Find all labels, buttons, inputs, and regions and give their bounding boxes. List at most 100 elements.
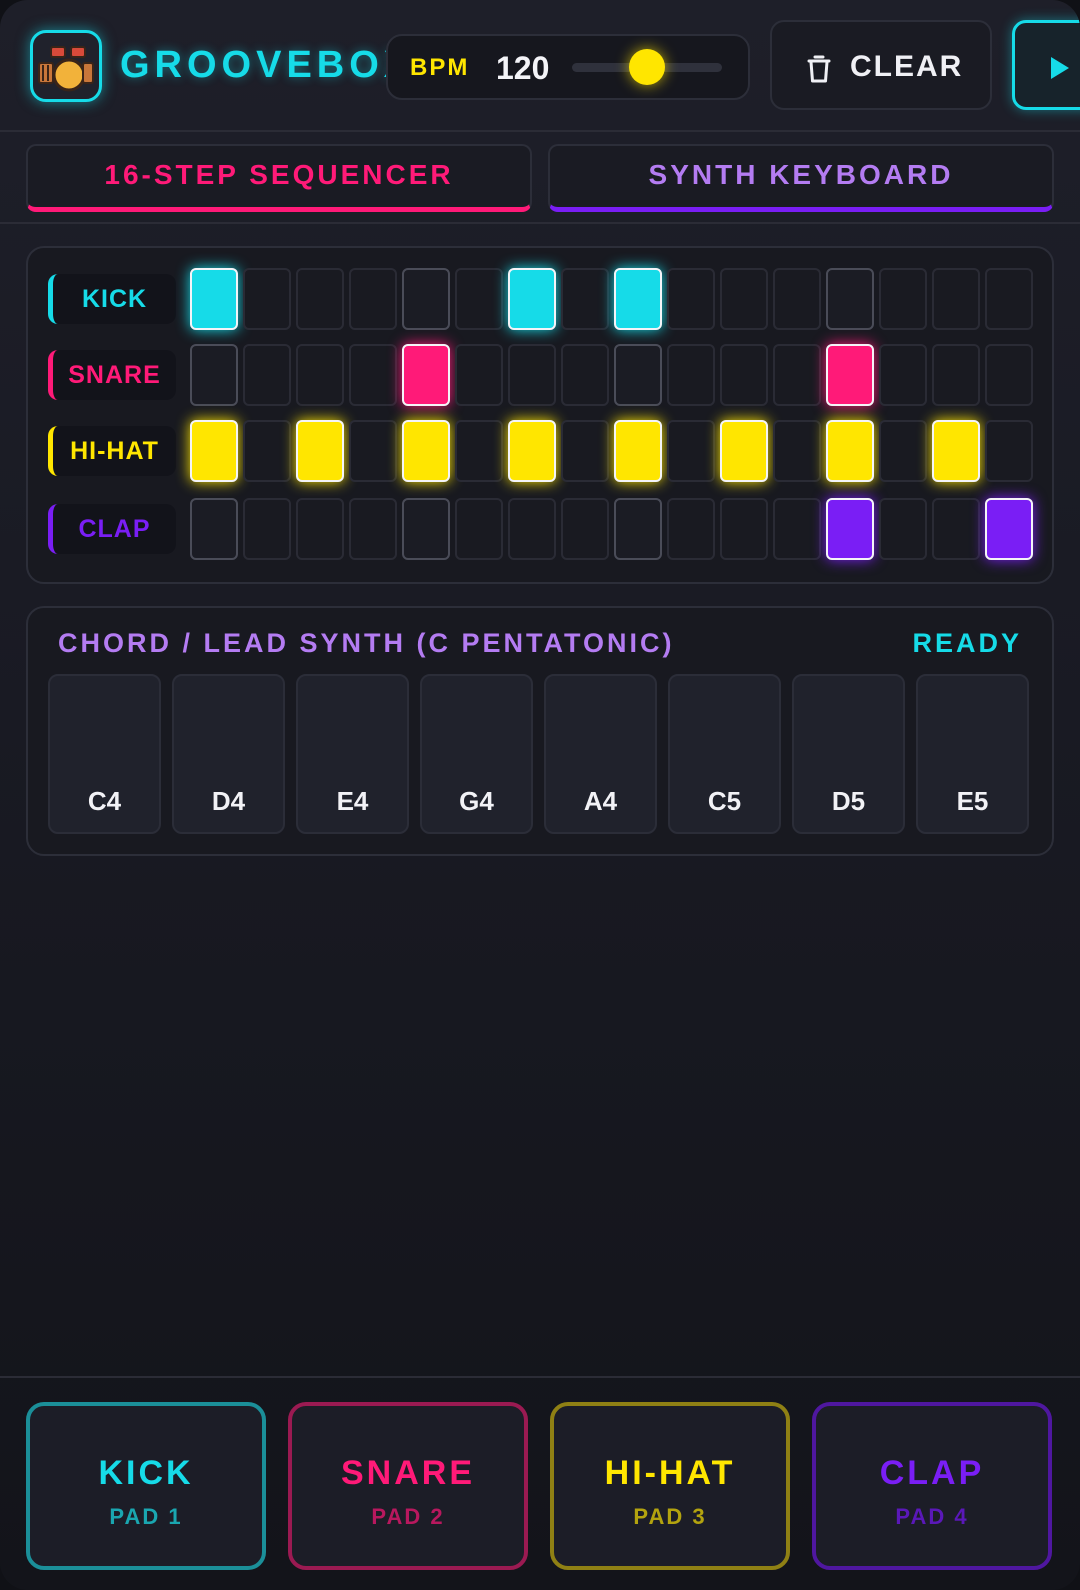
clear-label: CLEAR [850, 50, 964, 83]
step-snare-7[interactable] [508, 344, 556, 406]
step-snare-4[interactable] [349, 344, 397, 406]
synth-key-d5[interactable]: D5 [792, 674, 905, 834]
bpm-slider-thumb[interactable] [629, 49, 665, 85]
step-clap-12[interactable] [773, 498, 821, 560]
step-snare-13[interactable] [826, 344, 874, 406]
step-hi-hat-13[interactable] [826, 420, 874, 482]
step-hi-hat-2[interactable] [243, 420, 291, 482]
step-kick-14[interactable] [879, 268, 927, 330]
step-kick-12[interactable] [773, 268, 821, 330]
step-clap-13[interactable] [826, 498, 874, 560]
step-kick-8[interactable] [561, 268, 609, 330]
step-snare-12[interactable] [773, 344, 821, 406]
step-kick-7[interactable] [508, 268, 556, 330]
step-hi-hat-6[interactable] [455, 420, 503, 482]
pad-hi-hat[interactable]: HI-HAT PAD 3 [550, 1402, 790, 1570]
step-clap-4[interactable] [349, 498, 397, 560]
synth-panel: CHORD / LEAD SYNTH (C PENTATONIC) READY … [26, 606, 1054, 856]
synth-key-e4[interactable]: E4 [296, 674, 409, 834]
step-sequencer: KICK SNARE HI-HAT CLAP [26, 246, 1054, 584]
step-kick-2[interactable] [243, 268, 291, 330]
synth-key-e5[interactable]: E5 [916, 674, 1029, 834]
step-hi-hat-12[interactable] [773, 420, 821, 482]
step-kick-15[interactable] [932, 268, 980, 330]
step-kick-16[interactable] [985, 268, 1033, 330]
step-clap-16[interactable] [985, 498, 1033, 560]
step-hi-hat-7[interactable] [508, 420, 556, 482]
step-clap-6[interactable] [455, 498, 503, 560]
step-hi-hat-1[interactable] [190, 420, 238, 482]
step-kick-10[interactable] [667, 268, 715, 330]
drum-pads: KICK PAD 1 SNARE PAD 2 HI-HAT PAD 3 CLAP PAD 4 [0, 1376, 1080, 1590]
bpm-control: BPM 120 [386, 34, 750, 100]
step-snare-15[interactable] [932, 344, 980, 406]
step-hi-hat-9[interactable] [614, 420, 662, 482]
trash-icon [807, 55, 831, 83]
step-hi-hat-8[interactable] [561, 420, 609, 482]
synth-key-c4[interactable]: C4 [48, 674, 161, 834]
step-hi-hat-3[interactable] [296, 420, 344, 482]
track-label-kick[interactable]: KICK [48, 274, 176, 324]
step-snare-1[interactable] [190, 344, 238, 406]
step-kick-4[interactable] [349, 268, 397, 330]
step-snare-6[interactable] [455, 344, 503, 406]
step-clap-15[interactable] [932, 498, 980, 560]
step-snare-10[interactable] [667, 344, 715, 406]
step-snare-14[interactable] [879, 344, 927, 406]
synth-key-d4[interactable]: D4 [172, 674, 285, 834]
step-clap-3[interactable] [296, 498, 344, 560]
step-snare-11[interactable] [720, 344, 768, 406]
synth-key-g4[interactable]: G4 [420, 674, 533, 834]
pad-kick[interactable]: KICK PAD 1 [26, 1402, 266, 1570]
step-hi-hat-16[interactable] [985, 420, 1033, 482]
step-clap-8[interactable] [561, 498, 609, 560]
step-kick-5[interactable] [402, 268, 450, 330]
step-kick-13[interactable] [826, 268, 874, 330]
step-clap-1[interactable] [190, 498, 238, 560]
step-kick-11[interactable] [720, 268, 768, 330]
tab-synth-keyboard[interactable]: SYNTH KEYBOARD [548, 144, 1054, 212]
pad-clap[interactable]: CLAP PAD 4 [812, 1402, 1052, 1570]
step-clap-10[interactable] [667, 498, 715, 560]
step-kick-6[interactable] [455, 268, 503, 330]
step-snare-9[interactable] [614, 344, 662, 406]
tab-sequencer[interactable]: 16-STEP SEQUENCER [26, 144, 532, 212]
bpm-value: 120 [496, 50, 550, 86]
step-clap-2[interactable] [243, 498, 291, 560]
step-snare-2[interactable] [243, 344, 291, 406]
step-hi-hat-15[interactable] [932, 420, 980, 482]
step-kick-9[interactable] [614, 268, 662, 330]
play-button[interactable] [1012, 20, 1080, 110]
drum-kit-icon [30, 30, 102, 102]
step-hi-hat-4[interactable] [349, 420, 397, 482]
step-hi-hat-10[interactable] [667, 420, 715, 482]
pad-snare[interactable]: SNARE PAD 2 [288, 1402, 528, 1570]
step-hi-hat-11[interactable] [720, 420, 768, 482]
step-hi-hat-5[interactable] [402, 420, 450, 482]
step-clap-5[interactable] [402, 498, 450, 560]
step-clap-9[interactable] [614, 498, 662, 560]
synth-title: CHORD / LEAD SYNTH (C PENTATONIC) [58, 628, 675, 658]
step-kick-1[interactable] [190, 268, 238, 330]
track-label-clap[interactable]: CLAP [48, 504, 176, 554]
step-kick-3[interactable] [296, 268, 344, 330]
step-clap-14[interactable] [879, 498, 927, 560]
pad-number: PAD 3 [633, 1504, 707, 1529]
step-snare-8[interactable] [561, 344, 609, 406]
groovebox-app: GROOVEBOX BPM 120 CLEAR 16-STEP SEQUENCE… [0, 0, 1080, 1590]
synth-key-a4[interactable]: A4 [544, 674, 657, 834]
step-clap-11[interactable] [720, 498, 768, 560]
step-snare-3[interactable] [296, 344, 344, 406]
pad-number: PAD 2 [371, 1504, 445, 1529]
synth-key-c5[interactable]: C5 [668, 674, 781, 834]
pad-name: SNARE [340, 1454, 476, 1492]
step-snare-5[interactable] [402, 344, 450, 406]
step-hi-hat-14[interactable] [879, 420, 927, 482]
pad-name: HI-HAT [604, 1454, 736, 1492]
clear-button[interactable]: CLEAR [770, 20, 992, 110]
header: GROOVEBOX BPM 120 CLEAR [0, 0, 1080, 132]
track-label-hi-hat[interactable]: HI-HAT [48, 426, 176, 476]
step-clap-7[interactable] [508, 498, 556, 560]
step-snare-16[interactable] [985, 344, 1033, 406]
track-label-snare[interactable]: SNARE [48, 350, 176, 400]
